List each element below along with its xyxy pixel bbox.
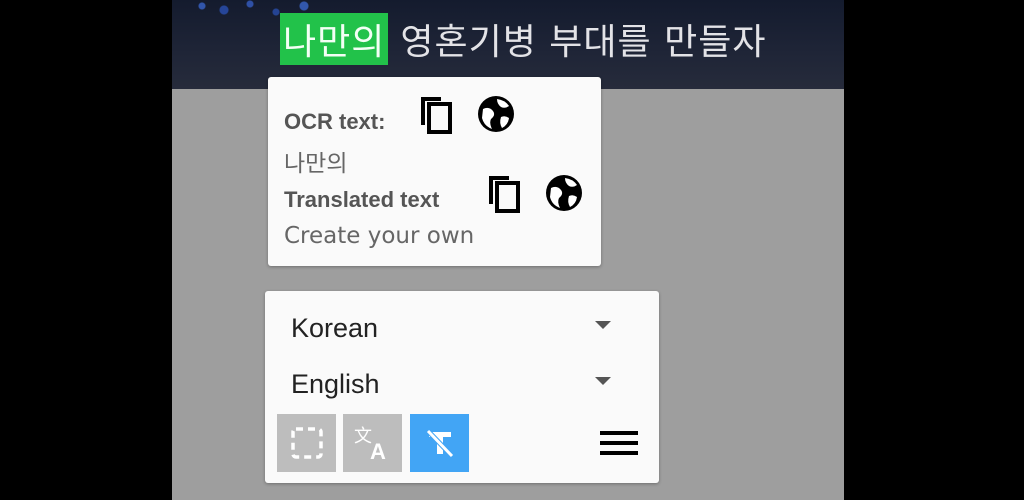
globe-icon [478, 96, 514, 132]
translated-text-label: Translated text [284, 187, 440, 212]
copy-ocr-button[interactable] [416, 94, 456, 134]
banner-remaining-text: 영혼기병 부대를 만들자 [400, 22, 767, 63]
clear-translation-button[interactable] [410, 414, 469, 472]
menu-button[interactable] [590, 414, 648, 472]
svg-text:A: A [370, 439, 386, 462]
select-area-button[interactable] [277, 414, 336, 472]
copy-icon [489, 176, 520, 213]
clear-translation-icon [425, 429, 454, 458]
app-screen: 나만의 영혼기병 부대를 만들자 OCR text: 나만의 Translate… [172, 0, 844, 500]
banner-text: 나만의 영혼기병 부대를 만들자 [280, 13, 767, 65]
target-language-select[interactable]: English [265, 357, 659, 407]
select-area-icon [290, 427, 323, 459]
ocr-highlighted-text[interactable]: 나만의 [280, 13, 389, 65]
target-language-value: English [291, 369, 380, 399]
ocr-text-value: 나만의 [284, 151, 348, 177]
globe-translation-button[interactable] [544, 173, 584, 213]
source-language-select[interactable]: Korean [265, 301, 659, 351]
globe-icon [546, 175, 582, 211]
ocr-text-label: OCR text: [284, 109, 386, 134]
language-panel: Korean English 文 A [265, 291, 659, 483]
ocr-result-card: OCR text: 나만의 Translated text Create you… [268, 77, 601, 266]
globe-ocr-button[interactable] [476, 94, 516, 134]
source-image-banner: 나만의 영혼기병 부대를 만들자 [172, 0, 844, 89]
translate-button[interactable]: 文 A [343, 414, 402, 472]
menu-icon [600, 431, 638, 455]
copy-translation-button[interactable] [484, 173, 524, 213]
dropdown-caret-icon [595, 377, 611, 385]
dropdown-caret-icon [595, 321, 611, 329]
translated-text-value: Create your own [284, 223, 475, 249]
copy-icon [421, 97, 452, 134]
source-language-value: Korean [291, 313, 379, 343]
translate-icon: 文 A [354, 426, 386, 462]
